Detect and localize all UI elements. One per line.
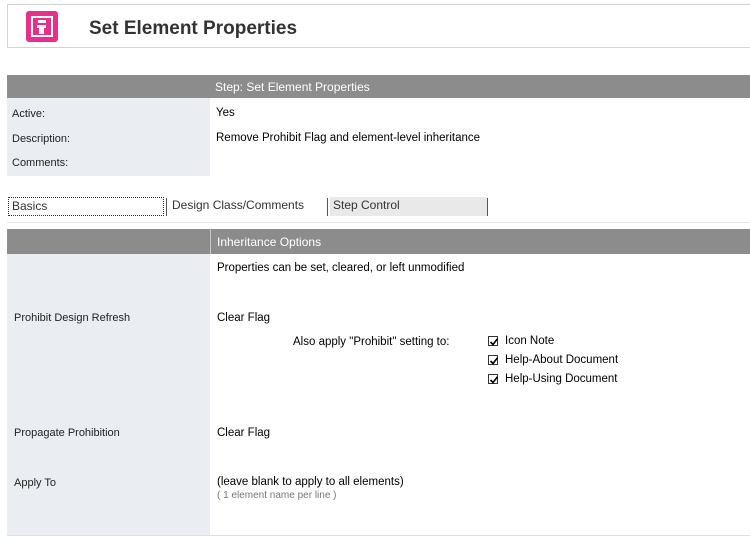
tab-design-class-comments[interactable]: Design Class/Comments [169,197,325,216]
help-about-label: Help-About Document [505,354,619,366]
tab-basics[interactable]: Basics [8,197,164,216]
apply-to-hint: ( 1 element name per line ) [217,490,337,501]
tab-separator [166,198,167,216]
tab-divider [7,222,750,223]
apply-to-label: Apply To [14,477,56,489]
description-label: Description: [12,133,71,145]
tab-separator [327,198,328,216]
header-divider [210,229,211,254]
help-about-checkbox[interactable] [488,355,499,365]
tab-separator [487,198,488,216]
icon-note-checkbox[interactable] [488,336,499,346]
icon-note-label: Icon Note [505,335,555,347]
bottom-divider [7,535,750,536]
inheritance-header-label: Inheritance Options [217,235,322,249]
also-apply-label: Also apply "Prohibit" setting to: [293,336,450,348]
step-header-bar [7,75,750,98]
prohibit-design-refresh-label: Prohibit Design Refresh [14,312,131,324]
help-using-checkbox[interactable] [488,374,499,384]
inheritance-label-column [7,254,210,535]
inheritance-header-bar [7,229,750,254]
description-value: Remove Prohibit Flag and element-level i… [216,132,481,144]
step-header-label: Step: Set Element Properties [215,80,370,94]
propagate-prohibition-value: Clear Flag [217,427,271,439]
help-using-label: Help-Using Document [505,373,618,385]
propagate-prohibition-label: Propagate Prohibition [14,427,120,439]
checkmark-icon [489,357,499,365]
comments-label: Comments: [12,157,69,169]
agent-step-icon [26,11,58,42]
active-label: Active: [12,108,46,120]
inheritance-intro: Properties can be set, cleared, or left … [217,262,465,274]
apply-to-value: (leave blank to apply to all elements) [217,476,404,488]
page-title: Set Element Properties [89,18,298,39]
prohibit-design-refresh-value: Clear Flag [217,312,271,324]
tab-step-control[interactable]: Step Control [330,197,487,216]
active-value: Yes [216,107,235,119]
checkmark-icon [489,338,499,346]
checkmark-icon [489,376,499,384]
